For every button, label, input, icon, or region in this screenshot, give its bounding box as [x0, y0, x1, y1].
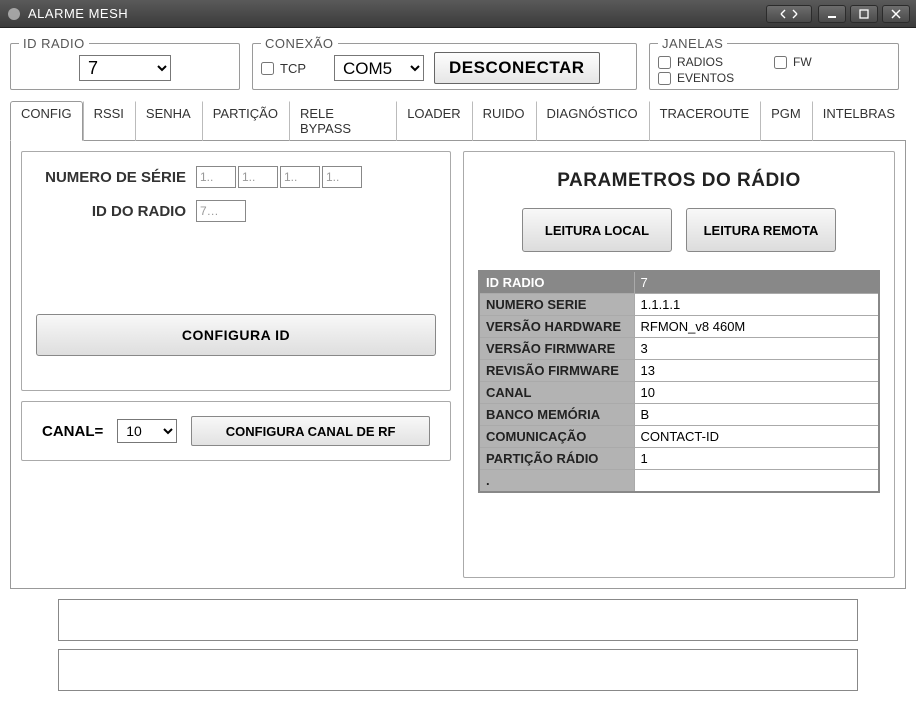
tab-ruido[interactable]: RUIDO — [472, 101, 536, 141]
group-janelas: JANELAS RADIOS FW EVENTOS — [649, 36, 899, 90]
log-box-1[interactable] — [58, 599, 858, 641]
tab-loader[interactable]: LOADER — [396, 101, 471, 141]
maximize-button[interactable] — [850, 5, 878, 23]
radio-id-input[interactable] — [196, 200, 246, 222]
tab-pgm[interactable]: PGM — [760, 101, 812, 141]
panel-params: PARAMETROS DO RÁDIO LEITURA LOCAL LEITUR… — [463, 151, 895, 578]
param-value: CONTACT-ID — [634, 426, 879, 448]
group-conexao-legend: CONEXÃO — [261, 36, 338, 51]
read-remote-button[interactable]: LEITURA REMOTA — [686, 208, 836, 252]
param-key: ID RADIO — [479, 271, 634, 294]
tcp-checkbox[interactable] — [261, 62, 274, 75]
tab-traceroute[interactable]: TRACEROUTE — [649, 101, 761, 141]
tcp-checkbox-text: TCP — [280, 61, 306, 76]
titlebar: ALARME MESH — [0, 0, 916, 28]
table-row: ID RADIO7 — [479, 271, 879, 294]
param-value: RFMON_v8 460M — [634, 316, 879, 338]
disconnect-button[interactable]: DESCONECTAR — [434, 52, 600, 84]
table-row: VERSÃO FIRMWARE3 — [479, 338, 879, 360]
param-value — [634, 470, 879, 493]
param-value: 7 — [634, 271, 879, 294]
table-row: COMUNICAÇÃOCONTACT-ID — [479, 426, 879, 448]
param-key: CANAL — [479, 382, 634, 404]
tab-parti-o[interactable]: PARTIÇÃO — [202, 101, 289, 141]
table-row: CANAL10 — [479, 382, 879, 404]
param-key: COMUNICAÇÃO — [479, 426, 634, 448]
serial-label: NUMERO DE SÉRIE — [36, 169, 196, 186]
panel-configure-id: NUMERO DE SÉRIE ID DO RADIO CONFIGURA ID — [21, 151, 451, 391]
radios-checkbox-label[interactable]: RADIOS — [658, 55, 774, 69]
table-row: BANCO MEMÓRIAB — [479, 404, 879, 426]
serial-input-3[interactable] — [280, 166, 320, 188]
table-row: PARTIÇÃO RÁDIO1 — [479, 448, 879, 470]
table-row: NUMERO SERIE1.1.1.1 — [479, 294, 879, 316]
canal-label: CANAL= — [42, 423, 103, 440]
param-key: VERSÃO FIRMWARE — [479, 338, 634, 360]
com-port-select[interactable]: COM5 — [334, 55, 424, 81]
group-conexao: CONEXÃO TCP COM5 DESCONECTAR — [252, 36, 637, 90]
serial-input-2[interactable] — [238, 166, 278, 188]
tab-intelbras[interactable]: INTELBRAS — [812, 101, 906, 141]
group-id-radio: ID RADIO 7 — [10, 36, 240, 90]
param-key: . — [479, 470, 634, 493]
param-key: PARTIÇÃO RÁDIO — [479, 448, 634, 470]
param-value: 10 — [634, 382, 879, 404]
param-key: REVISÃO FIRMWARE — [479, 360, 634, 382]
fw-checkbox-label[interactable]: FW — [774, 55, 890, 69]
tab-diagn-stico[interactable]: DIAGNÓSTICO — [536, 101, 649, 141]
group-janelas-legend: JANELAS — [658, 36, 727, 51]
serial-input-1[interactable] — [196, 166, 236, 188]
id-radio-select[interactable]: 7 — [79, 55, 171, 81]
param-value: 13 — [634, 360, 879, 382]
content-area: ID RADIO 7 CONEXÃO TCP COM5 DESCONECTAR … — [0, 28, 916, 720]
close-button[interactable] — [882, 5, 910, 23]
param-key: BANCO MEMÓRIA — [479, 404, 634, 426]
fw-checkbox[interactable] — [774, 56, 787, 69]
canal-select[interactable]: 10 — [117, 419, 177, 443]
window-restore-alt-button[interactable] — [766, 5, 812, 23]
read-local-button[interactable]: LEITURA LOCAL — [522, 208, 672, 252]
param-key: NUMERO SERIE — [479, 294, 634, 316]
panel-canal: CANAL= 10 CONFIGURA CANAL DE RF — [21, 401, 451, 461]
params-title: PARAMETROS DO RÁDIO — [478, 170, 880, 192]
eventos-checkbox-label[interactable]: EVENTOS — [658, 71, 774, 85]
tab-rssi[interactable]: RSSI — [83, 101, 135, 141]
minimize-button[interactable] — [818, 5, 846, 23]
group-id-radio-legend: ID RADIO — [19, 36, 89, 51]
params-table: ID RADIO7NUMERO SERIE1.1.1.1VERSÃO HARDW… — [478, 270, 880, 493]
window-title: ALARME MESH — [28, 6, 128, 21]
radio-id-label: ID DO RADIO — [36, 203, 196, 220]
param-value: B — [634, 404, 879, 426]
tab-senha[interactable]: SENHA — [135, 101, 202, 141]
param-value: 3 — [634, 338, 879, 360]
table-row: . — [479, 470, 879, 493]
tab-config[interactable]: CONFIG — [10, 101, 83, 141]
param-key: VERSÃO HARDWARE — [479, 316, 634, 338]
configure-id-button[interactable]: CONFIGURA ID — [36, 314, 436, 356]
param-value: 1 — [634, 448, 879, 470]
tab-rele-bypass[interactable]: RELE BYPASS — [289, 101, 396, 141]
serial-input-4[interactable] — [322, 166, 362, 188]
param-value: 1.1.1.1 — [634, 294, 879, 316]
eventos-checkbox[interactable] — [658, 72, 671, 85]
tab-body-config: NUMERO DE SÉRIE ID DO RADIO CONFIGURA ID… — [10, 141, 906, 589]
tcp-checkbox-label[interactable]: TCP — [261, 61, 306, 76]
table-row: REVISÃO FIRMWARE13 — [479, 360, 879, 382]
configure-rf-button[interactable]: CONFIGURA CANAL DE RF — [191, 416, 430, 446]
app-icon — [6, 6, 22, 22]
tab-strip: CONFIGRSSISENHAPARTIÇÃORELE BYPASSLOADER… — [10, 100, 906, 141]
log-box-2[interactable] — [58, 649, 858, 691]
radios-checkbox[interactable] — [658, 56, 671, 69]
table-row: VERSÃO HARDWARERFMON_v8 460M — [479, 316, 879, 338]
